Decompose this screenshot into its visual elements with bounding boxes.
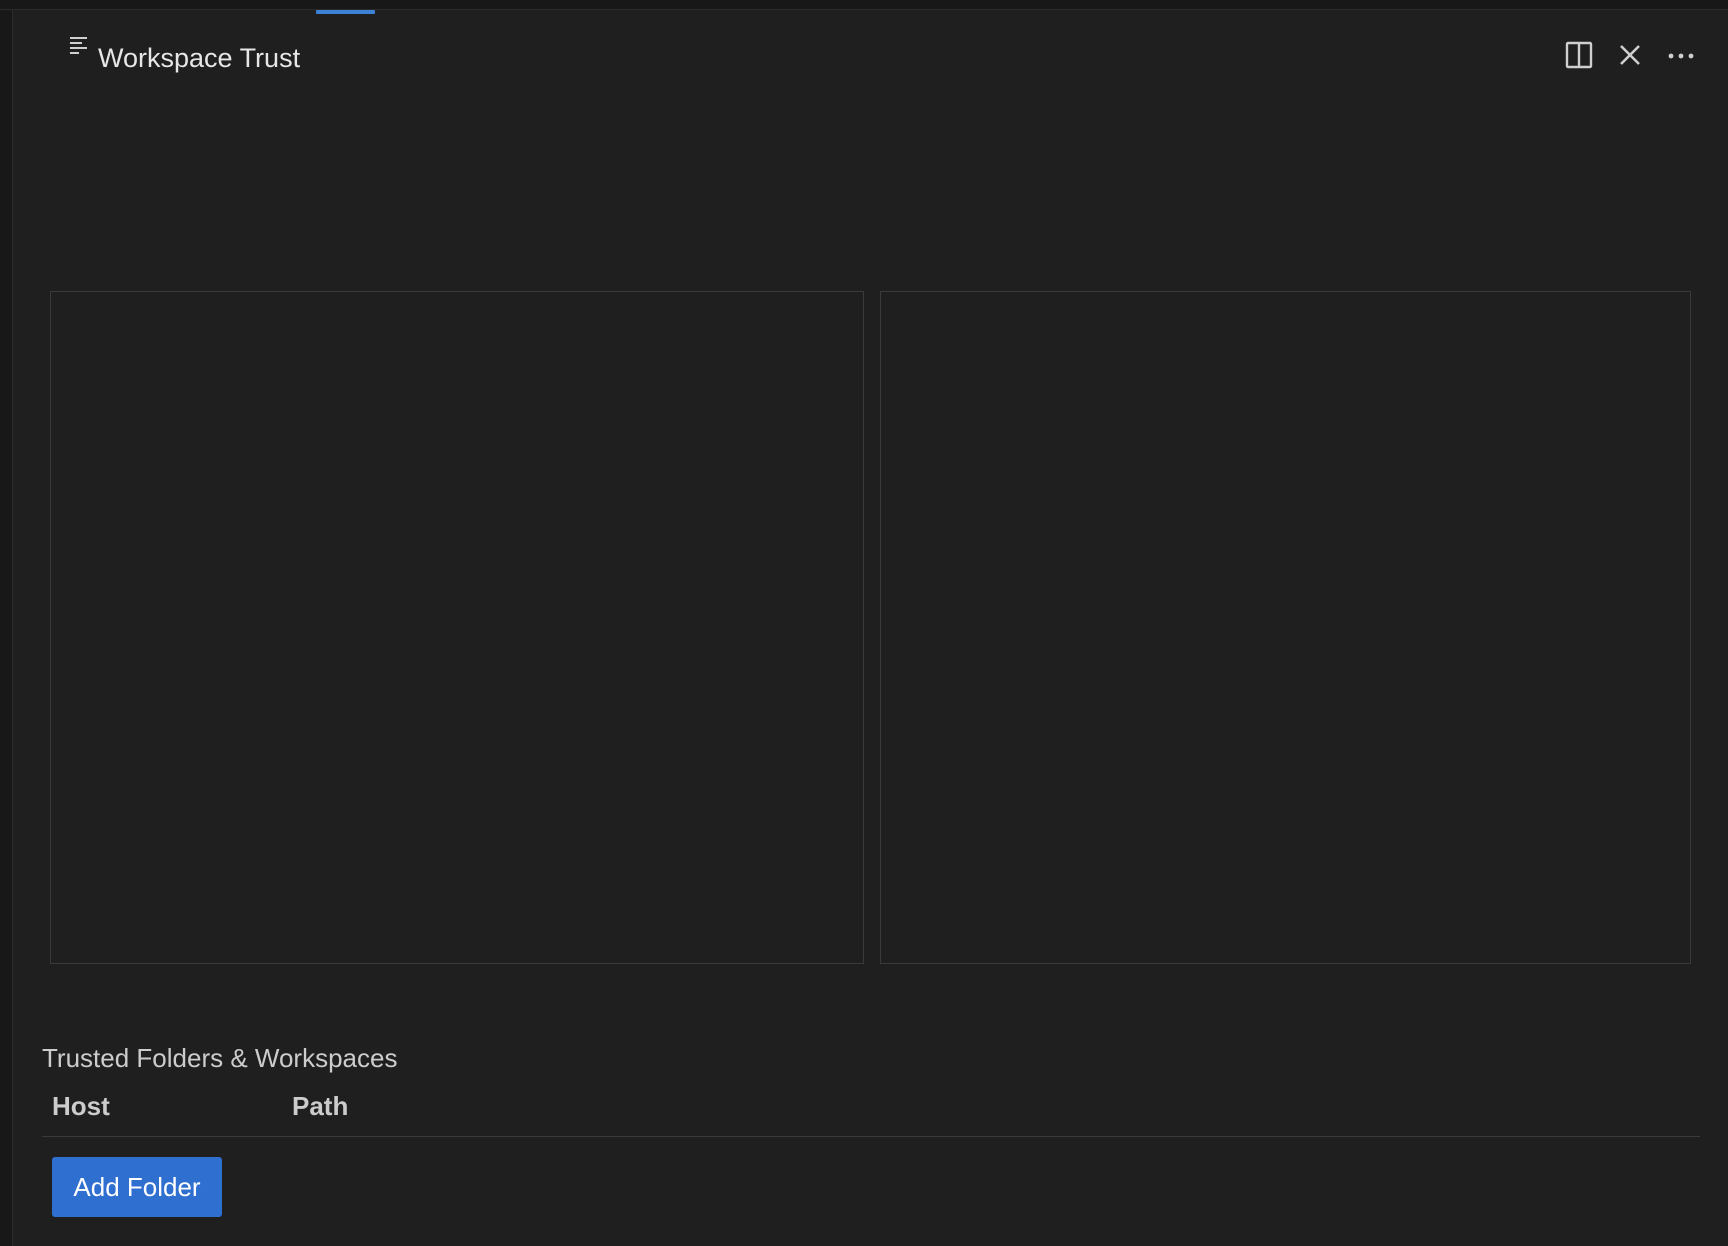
column-header-path: Path	[292, 1091, 349, 1121]
close-icon	[1618, 43, 1642, 72]
split-editor-icon	[1565, 41, 1593, 74]
trusted-folders-section-title: Trusted Folders & Workspaces	[42, 1043, 398, 1073]
trusted-mode-panel	[50, 291, 864, 964]
editor-header: Workspace Trust	[13, 11, 1728, 81]
column-header-host: Host	[52, 1091, 110, 1121]
editor-title: Workspace Trust	[98, 43, 301, 73]
restricted-mode-panel	[880, 291, 1691, 964]
editor-left-gutter	[0, 10, 13, 1246]
workspace-trust-editor: Workspace Trust Trusted Folders & Worksp…	[0, 0, 1728, 1246]
file-text-lines-icon	[69, 35, 89, 55]
split-editor-button[interactable]	[1561, 39, 1597, 75]
add-folder-button[interactable]: Add Folder	[52, 1157, 222, 1217]
more-actions-button[interactable]	[1663, 39, 1699, 75]
more-actions-icon	[1667, 48, 1695, 66]
tab-bar	[0, 0, 1728, 10]
table-divider	[42, 1136, 1700, 1137]
close-editor-button[interactable]	[1612, 39, 1648, 75]
